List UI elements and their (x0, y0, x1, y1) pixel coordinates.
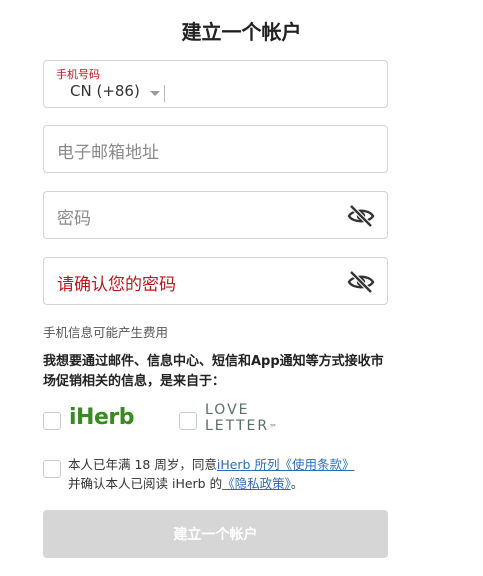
loveletter-optin-checkbox[interactable] (179, 412, 197, 430)
love-letter-logo-line2: LETTER™ (205, 418, 278, 434)
eye-slash-icon[interactable] (347, 204, 375, 228)
terms-suffix: 。 (290, 476, 304, 491)
terms-text: 本人已年满 18 周岁，同意iHerb 所列《使用条款》 并确认本人已阅读 iH… (68, 455, 358, 493)
love-letter-logo-line1: LOVE (205, 402, 250, 418)
marketing-optin-text: 我想要通过邮件、信息中心、短信和App通知等方式接收市场促销相关的信息，是来自于… (43, 354, 384, 389)
country-code-select[interactable]: CN (+86) (70, 82, 140, 100)
iherb-optin-checkbox[interactable] (43, 412, 61, 430)
confirm-password-field[interactable]: 请确认您的密码 (43, 257, 388, 305)
terms-prefix: 本人已年满 18 周岁，同意 (68, 457, 217, 472)
phone-label: 手机号码 (56, 68, 100, 81)
confirm-password-placeholder: 请确认您的密码 (57, 275, 176, 295)
chevron-down-icon[interactable] (150, 91, 160, 96)
terms-checkbox[interactable] (43, 460, 61, 478)
terms-of-use-link[interactable]: iHerb 所列《使用条款》 (217, 457, 355, 472)
phone-field[interactable]: 手机号码 CN (+86) (43, 60, 388, 108)
form-title: 建立一个帐户 (181, 20, 302, 44)
create-account-button[interactable]: 建立一个帐户 (43, 510, 388, 558)
love-letter-logo: LOVE LETTER™ (205, 402, 277, 436)
email-placeholder: 电子邮箱地址 (57, 143, 159, 163)
password-field[interactable]: 密码 (43, 191, 388, 239)
eye-slash-icon[interactable] (347, 270, 375, 294)
privacy-policy-link[interactable]: 《隐私政策》 (222, 476, 291, 491)
phone-divider (164, 85, 165, 102)
iherb-logo: iHerb (69, 405, 134, 430)
email-field[interactable]: 电子邮箱地址 (43, 125, 388, 173)
password-placeholder: 密码 (57, 209, 91, 229)
sms-charges-hint: 手机信息可能产生费用 (43, 325, 169, 340)
terms-middle: 并确认本人已阅读 iHerb 的 (68, 476, 223, 491)
